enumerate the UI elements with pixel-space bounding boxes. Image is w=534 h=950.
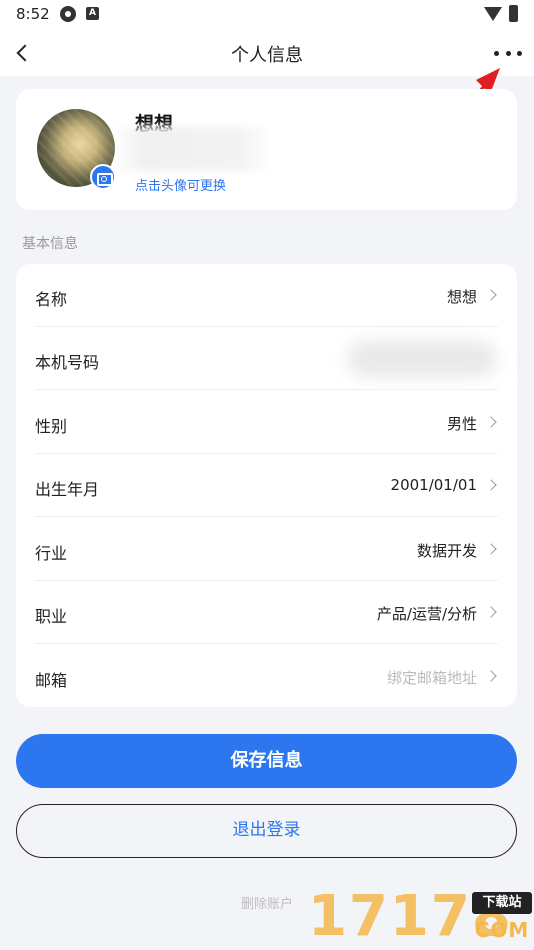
section-title: 基本信息 (22, 236, 78, 252)
watermark-domain: COM (474, 918, 530, 942)
row-label: 本机号码 (35, 353, 100, 372)
chevron-right-icon (485, 606, 497, 618)
row-email[interactable]: 邮箱 绑定邮箱地址 (16, 645, 517, 708)
chevron-right-icon (485, 479, 497, 491)
chevron-right-icon (485, 543, 497, 555)
notification-badge-icon: A (86, 7, 99, 20)
status-time: 8:52 (16, 5, 50, 23)
redacted-phone (347, 341, 497, 377)
row-label: 出生年月 (35, 480, 100, 499)
row-label: 行业 (35, 544, 68, 563)
divider (35, 643, 498, 644)
wifi-icon (484, 7, 502, 21)
row-value: 数据开发 (416, 542, 477, 560)
chevron-right-icon (485, 670, 497, 682)
more-options-icon[interactable] (494, 45, 522, 61)
row-value: 产品/运营/分析 (376, 605, 477, 623)
email-placeholder: 绑定邮箱地址 (386, 669, 477, 687)
row-gender[interactable]: 性别 男性 (16, 391, 517, 454)
change-avatar-hint[interactable]: 点击头像可更换 (135, 175, 226, 194)
profile-card: 想想 点击头像可更换 (16, 89, 517, 210)
divider (35, 389, 498, 390)
row-label: 名称 (35, 290, 68, 309)
row-name[interactable]: 名称 想想 (16, 264, 517, 327)
status-bar: 8:52 A (0, 0, 534, 30)
divider (35, 516, 498, 517)
row-label: 职业 (35, 607, 68, 626)
chevron-right-icon (485, 289, 497, 301)
redacted-id (112, 127, 272, 171)
chevron-right-icon (485, 416, 497, 428)
row-industry[interactable]: 行业 数据开发 (16, 518, 517, 581)
logout-button[interactable]: 退出登录 (16, 804, 517, 858)
row-value: 男性 (446, 415, 477, 433)
app-notification-icon (60, 6, 76, 22)
row-label: 邮箱 (35, 671, 68, 690)
row-occupation[interactable]: 职业 产品/运营/分析 (16, 581, 517, 644)
row-value: 2001/01/01 (390, 476, 477, 494)
row-phone: 本机号码 (16, 327, 517, 390)
save-button[interactable]: 保存信息 (16, 734, 517, 788)
watermark-logo: 17178 下载站 COM (308, 882, 534, 950)
row-value: 想想 (446, 288, 477, 306)
watermark-badge: 下载站 (472, 892, 532, 914)
row-birth-date[interactable]: 出生年月 2001/01/01 (16, 454, 517, 517)
row-label: 性别 (35, 417, 68, 436)
basic-info-card: 名称 想想 本机号码 性别 男性 出生年月 2001/01/01 行业 数据开发… (16, 264, 517, 707)
battery-icon (509, 5, 518, 22)
